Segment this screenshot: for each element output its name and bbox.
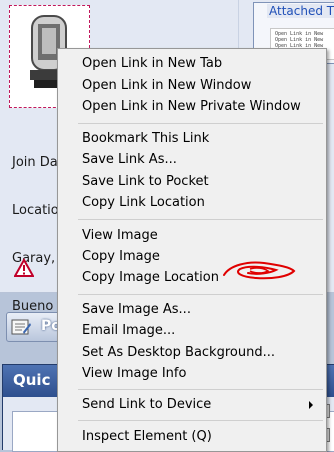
menu-item-label: Inspect Element (Q)	[82, 429, 212, 444]
warning-icon[interactable]	[14, 258, 34, 278]
menu-item-open-link-new-tab[interactable]: Open Link in New Tab	[58, 53, 326, 74]
menu-item-view-image-info[interactable]: View Image Info	[58, 363, 326, 384]
menu-separator	[78, 294, 323, 295]
menu-item-label: Set As Desktop Background...	[82, 345, 275, 360]
menu-item-label: Open Link in New Window	[82, 78, 252, 93]
menu-item-inspect-element[interactable]: Inspect Element (Q)	[58, 426, 326, 447]
submenu-arrow-icon	[309, 401, 313, 409]
menu-item-label: Save Link As...	[82, 152, 177, 167]
menu-item-label: Copy Link Location	[82, 195, 205, 210]
menu-item-label: Copy Image Location	[82, 270, 219, 285]
menu-item-label: Bookmark This Link	[82, 131, 210, 146]
menu-item-bookmark-link[interactable]: Bookmark This Link	[58, 128, 326, 149]
menu-item-send-link-to-device[interactable]: Send Link to Device	[58, 394, 326, 415]
menu-item-view-image[interactable]: View Image	[58, 225, 326, 246]
menu-item-email-image[interactable]: Email Image...	[58, 320, 326, 341]
attachments-title: Attached T	[267, 4, 334, 18]
attachment-thumb-text: Open Link in New Open Link in New Open L…	[275, 31, 323, 49]
menu-item-label: Open Link in New Private Window	[82, 99, 301, 114]
post-reply-icon	[11, 319, 31, 335]
menu-item-open-link-private-window[interactable]: Open Link in New Private Window	[58, 96, 326, 117]
menu-item-label: Save Link to Pocket	[82, 174, 209, 189]
quick-reply-title: Quic	[13, 371, 51, 389]
menu-item-label: Copy Image	[82, 249, 160, 264]
menu-separator	[78, 389, 323, 390]
menu-item-label: Open Link in New Tab	[82, 56, 223, 71]
menu-item-label: Save Image As...	[82, 302, 191, 317]
menu-separator	[78, 123, 323, 124]
red-scribble-annotation	[223, 261, 296, 280]
menu-item-label: Send Link to Device	[82, 397, 212, 412]
menu-separator	[78, 219, 323, 220]
context-menu: Open Link in New Tab Open Link in New Wi…	[57, 48, 327, 452]
menu-item-set-desktop-background[interactable]: Set As Desktop Background...	[58, 342, 326, 363]
menu-item-copy-link-location[interactable]: Copy Link Location	[58, 192, 326, 213]
menu-separator	[78, 420, 323, 421]
menu-item-label: View Image	[82, 228, 158, 243]
menu-item-save-link-pocket[interactable]: Save Link to Pocket	[58, 171, 326, 192]
menu-item-open-link-new-window[interactable]: Open Link in New Window	[58, 75, 326, 96]
menu-item-label: Email Image...	[82, 323, 176, 338]
menu-item-save-image-as[interactable]: Save Image As...	[58, 299, 326, 320]
menu-item-label: View Image Info	[82, 366, 187, 381]
menu-item-save-link-as[interactable]: Save Link As...	[58, 149, 326, 170]
